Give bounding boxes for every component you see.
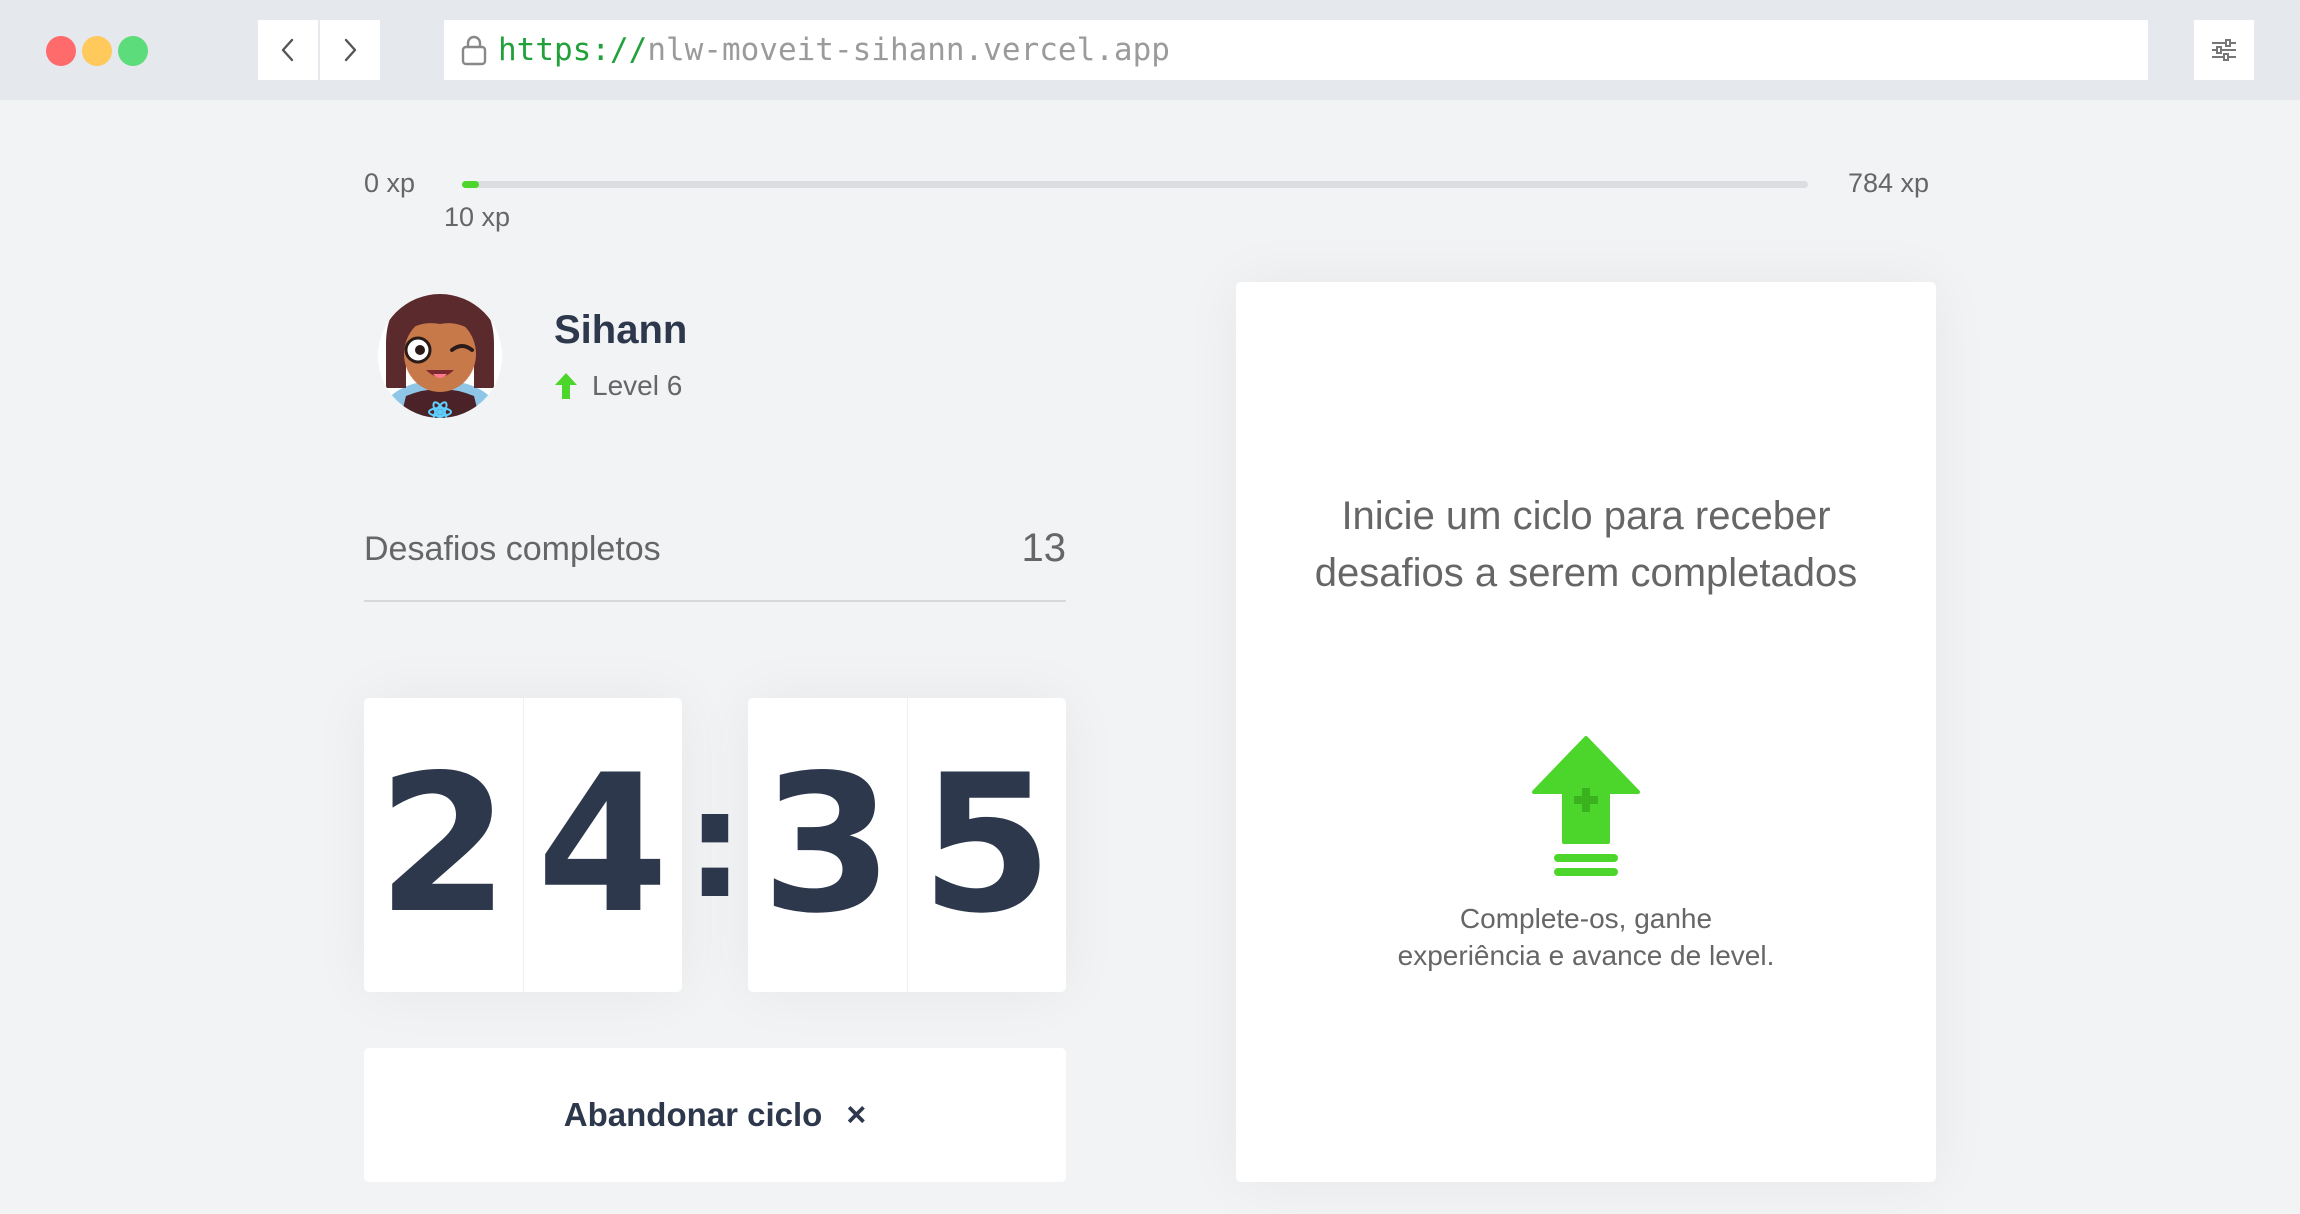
level-label: Level 6	[592, 370, 683, 401]
user-level: Level 6	[554, 370, 682, 402]
avatar	[378, 284, 502, 428]
countdown-separator: :	[685, 758, 745, 932]
maximize-window-button[interactable]	[118, 36, 148, 66]
user-name: Sihann	[554, 308, 688, 352]
url-host: nlw-moveit-sihann.vercel.app	[647, 32, 1170, 68]
xp-progress-fill	[462, 181, 480, 188]
back-button[interactable]	[258, 20, 318, 80]
xp-current-label: 10 xp	[444, 202, 511, 232]
completed-challenges: Desafios completos 13	[364, 524, 1066, 602]
sliders-icon	[2212, 39, 2236, 61]
browser-toolbar: https://nlw-moveit-sihann.vercel.app	[0, 0, 2300, 100]
completed-challenges-count: 13	[1021, 526, 1067, 570]
url-scheme: https://	[498, 32, 648, 68]
countdown-timer: 2 4 : 3 5	[364, 698, 1066, 992]
countdown-minutes: 2 4	[364, 698, 682, 992]
address-bar[interactable]: https://nlw-moveit-sihann.vercel.app	[444, 20, 2148, 80]
challenge-box-heading: Inicie um ciclo para receber desafios a …	[1314, 494, 1858, 595]
level-up-icon	[555, 373, 577, 399]
abandon-cycle-button[interactable]: Abandonar ciclo ×	[364, 1048, 1066, 1182]
level-up-arrow-icon	[1532, 736, 1640, 876]
minute-digit-tens: 2	[364, 698, 524, 992]
lock-icon	[460, 34, 488, 66]
completed-challenges-label: Desafios completos	[364, 530, 661, 568]
settings-button[interactable]	[2194, 20, 2254, 80]
abandon-cycle-label: Abandonar ciclo	[563, 1096, 823, 1133]
close-window-button[interactable]	[46, 36, 76, 66]
forward-button[interactable]	[320, 20, 380, 80]
challenge-box-subtext: Complete-os, ganhe experiência e avance …	[1397, 903, 1775, 971]
xp-progress-bar	[462, 181, 1808, 188]
chevron-left-icon	[281, 38, 294, 62]
second-digit-units: 5	[920, 734, 1053, 955]
minute-digit-units: 4	[536, 734, 669, 955]
xp-min-label: 0 xp	[364, 168, 416, 198]
second-digit-tens: 3	[748, 698, 908, 992]
close-icon: ×	[846, 1095, 867, 1134]
challenge-box: Inicie um ciclo para receber desafios a …	[1236, 282, 1936, 1182]
xp-max-label: 784 xp	[1848, 168, 1930, 198]
countdown-seconds: 3 5	[748, 698, 1066, 992]
minimize-window-button[interactable]	[82, 36, 112, 66]
chevron-right-icon	[344, 38, 357, 62]
